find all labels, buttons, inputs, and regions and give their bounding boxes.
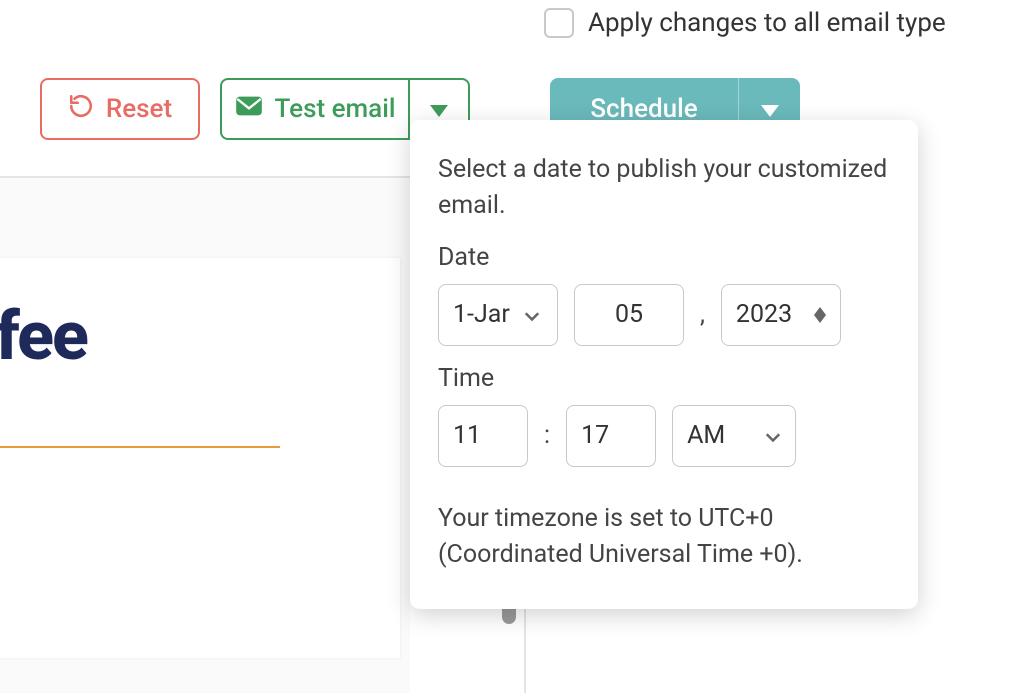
- test-email-button-label: Test email: [275, 94, 396, 124]
- date-field-row: 1-Jar 05 , 2023: [438, 284, 890, 346]
- apply-changes-row: Apply changes to all email type: [544, 8, 946, 38]
- timezone-note: Your timezone is set to UTC+0 (Coordinat…: [438, 501, 890, 574]
- chevron-down-icon: [765, 421, 781, 450]
- time-field-label: Time: [438, 364, 890, 393]
- popover-prompt: Select a date to publish your customized…: [438, 152, 890, 225]
- ampm-select-value: AM: [687, 421, 725, 450]
- minute-input[interactable]: 17: [566, 405, 656, 467]
- day-input[interactable]: 05: [574, 284, 684, 346]
- time-separator-colon: :: [544, 421, 550, 450]
- date-field-label: Date: [438, 243, 890, 272]
- hour-input[interactable]: 11: [438, 405, 528, 467]
- year-input[interactable]: 2023: [721, 284, 841, 346]
- hour-input-value: 11: [453, 421, 481, 450]
- email-preview-card: otoffee rder!: [0, 258, 400, 658]
- email-preview-background: otoffee rder!: [0, 178, 410, 693]
- year-stepper[interactable]: [814, 307, 826, 323]
- minute-input-value: 17: [581, 421, 609, 450]
- ampm-select[interactable]: AM: [672, 405, 796, 467]
- test-email-button[interactable]: Test email: [220, 78, 408, 140]
- schedule-popover: Select a date to publish your customized…: [410, 120, 918, 609]
- brand-logo-text: otoffee: [0, 296, 87, 376]
- day-input-value: 05: [615, 300, 643, 329]
- year-input-value: 2023: [736, 300, 792, 329]
- month-select[interactable]: 1-Jar: [438, 284, 558, 346]
- reset-button[interactable]: Reset: [40, 78, 200, 140]
- brand-underline: [0, 446, 280, 448]
- chevron-down-icon: [524, 300, 540, 329]
- reset-button-label: Reset: [106, 94, 172, 124]
- apply-changes-label: Apply changes to all email type: [588, 8, 946, 38]
- month-select-value: 1-Jar: [453, 300, 510, 329]
- time-field-row: 11 : 17 AM: [438, 405, 890, 467]
- date-separator-comma: ,: [700, 300, 705, 329]
- envelope-icon: [235, 94, 263, 124]
- reset-icon: [68, 93, 94, 126]
- apply-changes-checkbox[interactable]: [544, 8, 574, 38]
